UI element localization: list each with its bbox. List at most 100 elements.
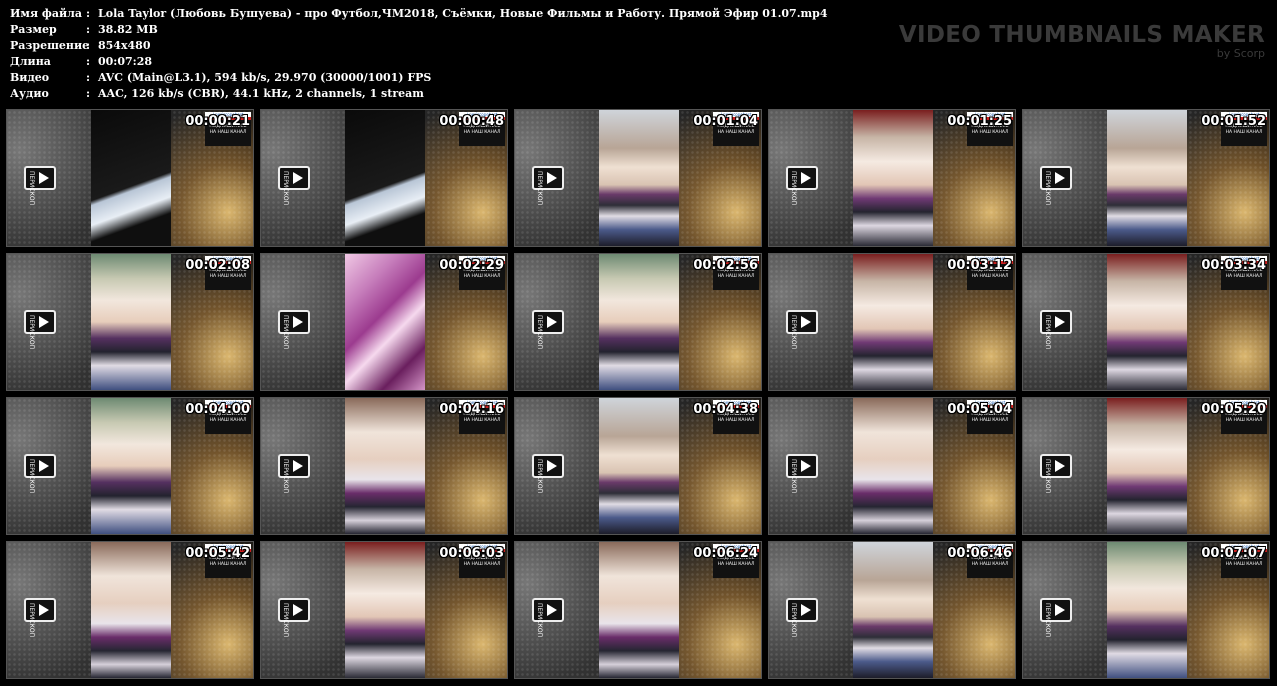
info-value: Lola Taylor (Любовь Бушуева) - про Футбо… [98,7,828,20]
info-row: Аудио: AAC, 126 kb/s (CBR), 44.1 kHz, 2 c… [10,86,828,102]
periscope-logo-icon: ПЕРИСКОП [1040,310,1072,349]
info-row: Имя файла: Lola Taylor (Любовь Бушуева) -… [10,6,828,22]
video-frame [345,110,425,246]
play-icon [801,172,811,184]
badge-line2: НА НАШ КАНАЛ [209,562,247,567]
brand-watermark: VIDEO THUMBNAILS MAKER by Scorp [899,22,1265,60]
info-separator: : [86,87,91,100]
video-thumbnail[interactable]: ПЕРИСКОП / periscopebest ПОДПИШИТЕСЬ НА НАШ… [260,541,508,679]
periscope-logo-icon: ПЕРИСКОП [278,454,310,493]
brand-title: VIDEO THUMBNAILS MAKER [898,22,1265,48]
info-separator: : [86,55,91,68]
badge-line2: НА НАШ КАНАЛ [971,562,1009,567]
periscope-logo-icon: ПЕРИСКОП [786,310,818,349]
periscope-logo-icon: ПЕРИСКОП [278,166,310,205]
play-icon [39,172,49,184]
video-frame [853,542,933,678]
video-thumbnail[interactable]: ПЕРИСКОП / periscopebest ПОДПИШИТЕСЬ НА НАШ… [1022,253,1270,391]
play-icon [547,604,557,616]
badge-line2: НА НАШ КАНАЛ [717,274,755,279]
info-separator: : [86,7,91,20]
play-icon [547,316,557,328]
play-icon [39,316,49,328]
periscope-logo-icon: ПЕРИСКОП [786,454,818,493]
video-thumbnail[interactable]: ПЕРИСКОП / periscopebest ПОДПИШИТЕСЬ НА НАШ… [514,109,762,247]
periscope-logo-icon: ПЕРИСКОП [24,166,56,205]
video-frame [1107,254,1187,390]
badge-line2: НА НАШ КАНАЛ [717,562,755,567]
video-thumbnail[interactable]: ПЕРИСКОП / periscopebest ПОДПИШИТЕСЬ НА НАШ… [514,253,762,391]
play-icon [1055,604,1065,616]
info-label: Длина [10,55,51,68]
periscope-logo-icon: ПЕРИСКОП [24,454,56,493]
timestamp: 00:06:03 [439,546,504,561]
badge-line2: НА НАШ КАНАЛ [971,418,1009,423]
file-info-panel: Имя файла: Lola Taylor (Любовь Бушуева) -… [10,6,828,102]
info-value: AVC (Main@L3.1), 594 kb/s, 29.970 (30000… [98,71,432,84]
info-label: Размер [10,23,57,36]
info-value: 00:07:28 [98,55,153,68]
video-thumbnail[interactable]: ПЕРИСКОП / periscopebest ПОДПИШИТЕСЬ НА НАШ… [768,253,1016,391]
video-thumbnail[interactable]: ПЕРИСКОП / periscopebest ПОДПИШИТЕСЬ НА НАШ… [514,541,762,679]
video-thumbnail[interactable]: ПЕРИСКОП / periscopebest ПОДПИШИТЕСЬ НА НАШ… [768,397,1016,535]
badge-line2: НА НАШ КАНАЛ [717,418,755,423]
play-icon [293,316,303,328]
periscope-logo-icon: ПЕРИСКОП [1040,454,1072,493]
timestamp: 00:00:21 [185,114,250,129]
play-icon [1055,172,1065,184]
info-label: Аудио [10,87,49,100]
timestamp: 00:06:24 [693,546,758,561]
info-separator: : [86,23,91,36]
badge-line2: НА НАШ КАНАЛ [209,418,247,423]
video-frame [345,398,425,534]
info-label: Имя файла [10,7,82,20]
info-label: Разрешение [10,39,90,52]
timestamp: 00:05:42 [185,546,250,561]
video-frame [599,542,679,678]
video-thumbnail[interactable]: ПЕРИСКОП / periscopebest ПОДПИШИТЕСЬ НА НАШ… [6,253,254,391]
badge-line2: НА НАШ КАНАЛ [1225,562,1263,567]
badge-line2: НА НАШ КАНАЛ [1225,418,1263,423]
periscope-logo-icon: ПЕРИСКОП [24,598,56,637]
video-thumbnail[interactable]: ПЕРИСКОП / periscopebest ПОДПИШИТЕСЬ НА НАШ… [1022,109,1270,247]
info-row: Разрешение:854x480 [10,38,828,54]
video-frame [599,254,679,390]
brand-subtitle: by Scorp [1216,47,1265,60]
video-thumbnail[interactable]: ПЕРИСКОП / periscopebest ПОДПИШИТЕСЬ НА НАШ… [260,253,508,391]
video-thumbnail[interactable]: ПЕРИСКОП / periscopebest ПОДПИШИТЕСЬ НА НАШ… [260,397,508,535]
video-thumbnail[interactable]: ПЕРИСКОП / periscopebest ПОДПИШИТЕСЬ НА НАШ… [6,541,254,679]
video-thumbnail[interactable]: ПЕРИСКОП / periscopebest ПОДПИШИТЕСЬ НА НАШ… [514,397,762,535]
timestamp: 00:00:48 [439,114,504,129]
video-thumbnail[interactable]: ПЕРИСКОП / periscopebest ПОДПИШИТЕСЬ НА НАШ… [1022,397,1270,535]
badge-line2: НА НАШ КАНАЛ [463,418,501,423]
info-value: AAC, 126 kb/s (CBR), 44.1 kHz, 2 channel… [98,87,424,100]
play-icon [801,604,811,616]
periscope-logo-icon: ПЕРИСКОП [532,598,564,637]
info-separator: : [86,39,91,52]
timestamp: 00:06:46 [947,546,1012,561]
video-frame [91,254,171,390]
video-thumbnail[interactable]: ПЕРИСКОП / periscopebest ПОДПИШИТЕСЬ НА НАШ… [260,109,508,247]
periscope-logo-icon: ПЕРИСКОП [786,166,818,205]
play-icon [801,460,811,472]
timestamp: 00:01:25 [947,114,1012,129]
info-row: Размер:38.82 MB [10,22,828,38]
video-frame [1107,110,1187,246]
timestamp: 00:02:56 [693,258,758,273]
timestamp: 00:01:52 [1201,114,1266,129]
info-value: 854x480 [98,39,151,52]
video-frame [345,542,425,678]
play-icon [39,604,49,616]
periscope-logo-icon: ПЕРИСКОП [24,310,56,349]
video-frame [91,110,171,246]
video-thumbnail[interactable]: ПЕРИСКОП / periscopebest ПОДПИШИТЕСЬ НА НАШ… [1022,541,1270,679]
thumbnail-grid: ПЕРИСКОП / periscopebest ПОДПИШИТЕСЬ НА НАШ… [6,109,1270,679]
video-thumbnail[interactable]: ПЕРИСКОП / periscopebest ПОДПИШИТЕСЬ НА НАШ… [768,109,1016,247]
video-thumbnail[interactable]: ПЕРИСКОП / periscopebest ПОДПИШИТЕСЬ НА НАШ… [6,109,254,247]
video-frame [853,254,933,390]
video-thumbnail[interactable]: ПЕРИСКОП / periscopebest ПОДПИШИТЕСЬ НА НАШ… [768,541,1016,679]
periscope-logo-icon: ПЕРИСКОП [1040,166,1072,205]
info-separator: : [86,71,91,84]
video-thumbnail[interactable]: ПЕРИСКОП / periscopebest ПОДПИШИТЕСЬ НА НАШ… [6,397,254,535]
badge-line2: НА НАШ КАНАЛ [971,274,1009,279]
